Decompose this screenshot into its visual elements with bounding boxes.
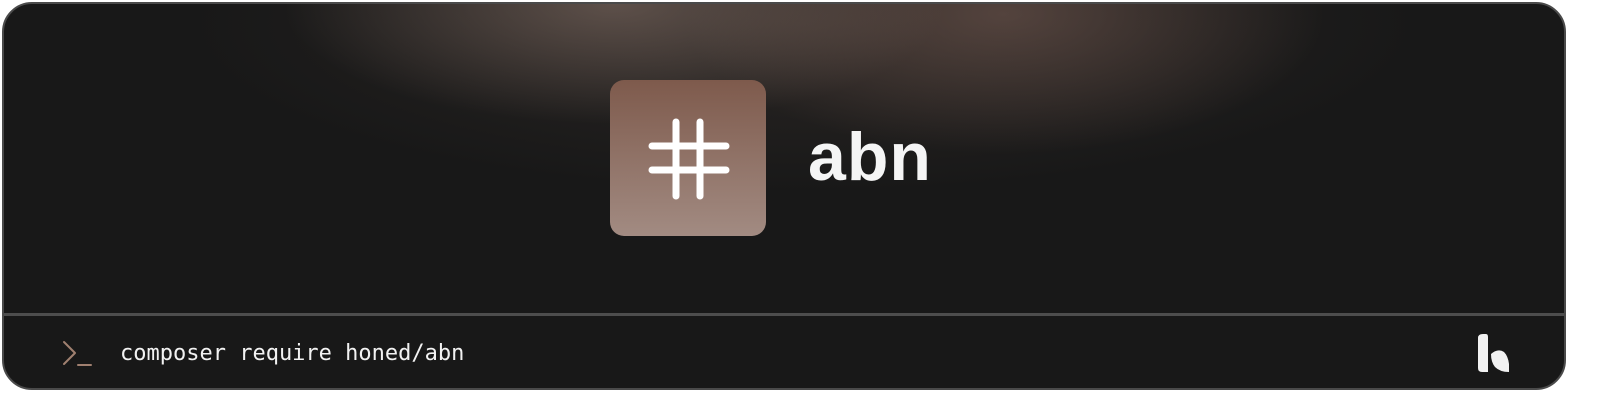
install-command[interactable]: composer require honed/abn [120, 338, 464, 370]
install-command-bar: composer require honed/abn [4, 316, 1564, 388]
package-title: abn [808, 119, 932, 195]
hash-icon [648, 118, 730, 200]
package-banner-card: abn composer require honed/abn [2, 2, 1566, 390]
honed-logo-icon [1478, 334, 1509, 372]
package-logo [610, 80, 766, 236]
terminal-prompt-icon [63, 341, 92, 366]
